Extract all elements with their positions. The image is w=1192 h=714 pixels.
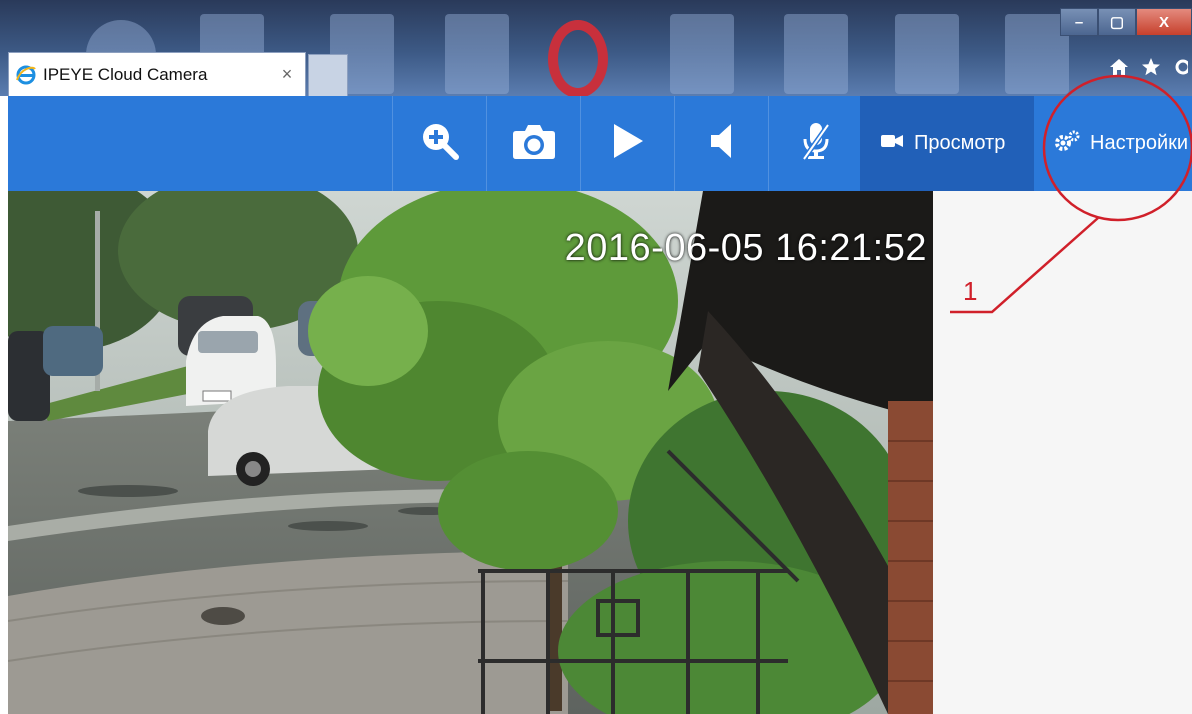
annotation-number: 1	[963, 276, 978, 306]
gears-icon	[1054, 130, 1090, 158]
app-toolbar: Просмотр Настройки	[8, 96, 1192, 191]
microphone-muted-icon	[800, 121, 832, 166]
sound-button[interactable]	[674, 96, 768, 191]
side-panel	[933, 191, 1192, 714]
taskbar-thumbnail	[895, 14, 959, 94]
close-window-button[interactable]: X	[1136, 8, 1192, 36]
settings-tab-label: Настройки	[1090, 132, 1189, 154]
internet-explorer-icon	[15, 64, 37, 86]
view-tab[interactable]: Просмотр	[860, 96, 1034, 191]
settings-gear-icon[interactable]	[1172, 56, 1191, 83]
window-controls: – ▢ X	[1060, 8, 1192, 36]
video-timestamp: 2016-06-05 16:21:52	[564, 227, 927, 269]
browser-chrome: IPEYE Cloud Camera × – ▢ X	[0, 0, 1192, 96]
view-tab-label: Просмотр	[914, 132, 1006, 154]
maximize-button[interactable]: ▢	[1098, 8, 1136, 36]
favorites-star-icon[interactable]	[1140, 56, 1162, 83]
tab-title: IPEYE Cloud Camera	[43, 64, 208, 84]
camera-icon	[512, 122, 556, 165]
home-icon[interactable]	[1108, 56, 1130, 83]
browser-tab[interactable]: IPEYE Cloud Camera ×	[8, 52, 306, 96]
opera-icon	[548, 20, 608, 96]
browser-nav-icons	[1108, 56, 1191, 83]
microphone-button[interactable]	[768, 96, 862, 191]
taskbar-thumbnail	[445, 14, 509, 94]
taskbar-thumbnail	[784, 14, 848, 94]
play-button[interactable]	[580, 96, 674, 191]
camera-video-feed[interactable]: 2016-06-05 16:21:52	[8, 191, 933, 714]
tab-close-button[interactable]: ×	[275, 64, 299, 85]
new-tab-button[interactable]	[308, 54, 348, 96]
minimize-button[interactable]: –	[1060, 8, 1098, 36]
zoom-button[interactable]	[392, 96, 486, 191]
snapshot-button[interactable]	[486, 96, 580, 191]
play-icon	[611, 122, 645, 165]
speaker-icon	[709, 122, 735, 165]
taskbar-thumbnail	[670, 14, 734, 94]
zoom-in-icon	[420, 121, 460, 166]
video-camera-icon	[880, 132, 914, 155]
settings-tab[interactable]: Настройки	[1034, 96, 1192, 191]
